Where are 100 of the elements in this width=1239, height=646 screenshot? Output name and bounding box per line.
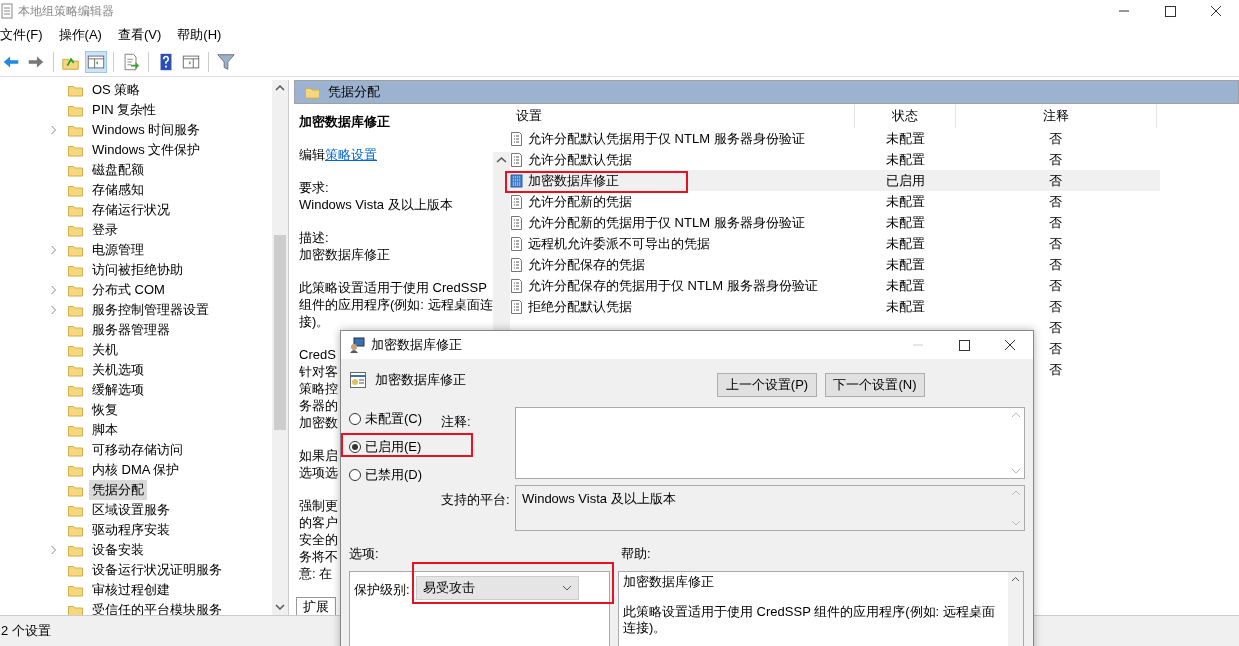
folder-icon [68, 563, 83, 577]
column-header[interactable]: 注释 [956, 104, 1157, 128]
menu-item[interactable]: 文件(F) [0, 26, 43, 44]
dialog-title: 加密数据库修正 [371, 336, 462, 354]
setting-name[interactable]: 加密数据库修正 [528, 171, 619, 190]
tree-item[interactable]: 登录 [89, 220, 121, 240]
folder-icon [68, 503, 83, 517]
policy-icon [510, 299, 523, 314]
tree-item[interactable]: 凭据分配 [89, 480, 147, 500]
tree-item[interactable]: 设备运行状况证明服务 [89, 560, 225, 580]
description-text: CredS 针对客 策略控 务器的 加密数 [299, 346, 338, 431]
tree-item[interactable]: 服务控制管理器设置 [89, 300, 212, 320]
protection-level-dropdown[interactable]: 易受攻击 [415, 576, 579, 600]
comment-label: 注释: [441, 413, 472, 431]
policy-icon [510, 215, 523, 230]
policy-icon [510, 236, 523, 251]
tab[interactable]: 扩展 [296, 597, 336, 615]
folder-icon [68, 423, 83, 437]
status-text: 未配置 [885, 255, 925, 274]
description-text: 强制更 的客户 安全的 务将不 意: 在 [299, 497, 338, 582]
nav-button[interactable]: 下一个设置(N) [825, 373, 925, 397]
tree-item[interactable]: 磁盘配额 [89, 160, 147, 180]
tree-item[interactable]: 缓解选项 [89, 380, 147, 400]
tree-item[interactable]: 关机选项 [89, 360, 147, 380]
description-text: 要求: Windows Vista 及以上版本 [299, 179, 453, 213]
scrollbar[interactable] [1008, 572, 1023, 646]
scrollbar[interactable] [272, 80, 288, 615]
tree-item[interactable]: Windows 时间服务 [89, 120, 204, 140]
folder-icon [68, 583, 83, 597]
comment-text: 否 [1048, 255, 1062, 274]
tree-item[interactable]: 存储感知 [89, 180, 147, 200]
tree-item[interactable]: 设备安装 [89, 540, 147, 560]
folder-icon [68, 483, 83, 497]
status-text: 未配置 [885, 192, 925, 211]
setting-title: 加密数据库修正 [375, 371, 466, 389]
tree-item[interactable]: 存储运行状况 [89, 200, 173, 220]
folder-icon [68, 443, 83, 457]
description-text: 描述: 加密数据库修正 [299, 229, 390, 263]
status-text: 未配置 [885, 234, 925, 253]
tree-item[interactable]: OS 策略 [89, 80, 144, 100]
tree-item[interactable]: 关机 [89, 340, 121, 360]
filter-button[interactable] [215, 51, 237, 73]
tree-item[interactable]: 脚本 [89, 420, 121, 440]
comment-text: 否 [1048, 171, 1062, 190]
setting-name[interactable]: 允许分配新的凭据 [528, 192, 632, 211]
status-text: 未配置 [885, 276, 925, 295]
menu-item[interactable]: 查看(V) [117, 26, 162, 44]
comment-text: 否 [1048, 192, 1062, 211]
policy-icon [510, 257, 523, 272]
tree-item[interactable]: 分布式 COM [89, 280, 168, 300]
user-computer-icon [349, 337, 365, 353]
help-text: 加密数据库修正 [623, 574, 714, 590]
menu-item[interactable]: 帮助(H) [177, 26, 222, 44]
comment-text: 否 [1048, 360, 1062, 379]
tree-item[interactable]: 区域设置服务 [89, 500, 173, 520]
setting-name[interactable]: 允许分配保存的凭据 [528, 255, 645, 274]
protection-level-label: 保护级别: [354, 581, 410, 599]
folder-icon [68, 523, 83, 537]
tree-item[interactable]: 可移动存储访问 [89, 440, 186, 460]
policy-icon [510, 152, 523, 167]
setting-name[interactable]: 允许分配默认凭据 [528, 150, 632, 169]
tree-pane-button[interactable] [85, 51, 107, 73]
radio-option[interactable]: 未配置(C) [349, 409, 423, 429]
folder-icon [68, 383, 83, 397]
folder-icon [68, 323, 83, 337]
tree-item[interactable]: 受信任的平台模块服务 [89, 600, 225, 615]
status-text: 未配置 [885, 129, 925, 148]
tree-item[interactable]: 电源管理 [89, 240, 147, 260]
setting-name[interactable]: 允许分配新的凭据用于仅 NTLM 服务器身份验证 [528, 213, 805, 232]
column-header[interactable]: 设置 [510, 104, 855, 128]
pane-title: 凭据分配 [328, 83, 380, 101]
radio-option[interactable]: 已启用(E) [349, 437, 422, 457]
setting-name[interactable]: 允许分配保存的凭据用于仅 NTLM 服务器身份验证 [528, 276, 818, 295]
nav-button[interactable]: 上一个设置(P) [717, 373, 817, 397]
policy-setting-icon [349, 371, 367, 389]
setting-name[interactable]: 允许分配默认凭据用于仅 NTLM 服务器身份验证 [528, 129, 805, 148]
tree-item[interactable]: 内核 DMA 保护 [89, 460, 183, 480]
tree-item[interactable]: 审核过程创建 [89, 580, 173, 600]
comment-text: 否 [1048, 129, 1062, 148]
tree-item[interactable]: 恢复 [89, 400, 121, 420]
tree-item[interactable]: 服务器管理器 [89, 320, 173, 340]
status-text: 已启用 [885, 171, 925, 190]
tree-item[interactable]: PIN 复杂性 [89, 100, 160, 120]
setting-name[interactable]: 远程机允许委派不可导出的凭据 [528, 234, 710, 253]
column-header[interactable]: 状态 [855, 104, 956, 128]
comment-text: 否 [1048, 150, 1062, 169]
policy-settings-link[interactable]: 策略设置 [325, 147, 377, 162]
tree-item[interactable]: 驱动程序安装 [89, 520, 173, 540]
status-text: 未配置 [885, 297, 925, 316]
tree-item[interactable]: 访问被拒绝协助 [89, 260, 186, 280]
folder-icon [68, 363, 83, 377]
setting-name[interactable]: 拒绝分配默认凭据 [528, 297, 632, 316]
help-text: 此策略设置适用于使用 CredSSP 组件的应用程序(例如: 远程桌面连接)。 [623, 604, 996, 636]
policy-icon [510, 194, 523, 209]
folder-icon [68, 263, 83, 277]
menu-item[interactable]: 操作(A) [58, 26, 102, 44]
folder-icon [68, 283, 83, 297]
radio-option[interactable]: 已禁用(D) [349, 465, 423, 485]
comment-text: 否 [1048, 276, 1062, 295]
tree-item[interactable]: Windows 文件保护 [89, 140, 204, 160]
